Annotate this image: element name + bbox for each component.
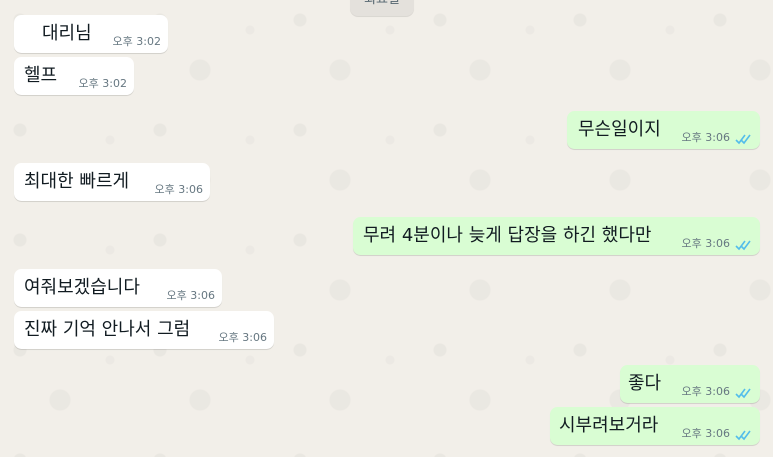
message-bubble-outgoing[interactable]: 좋다 오후 3:06 <box>620 365 760 403</box>
message-time: 오후 3:06 <box>218 331 267 344</box>
message-text: 무려 4분이나 늦게 답장을 하긴 했다만 <box>363 225 652 246</box>
message-time: 오후 3:06 <box>681 131 730 144</box>
double-check-read-icon <box>735 134 751 145</box>
message-bubble-outgoing[interactable]: 무려 4분이나 늦게 답장을 하긴 했다만 오후 3:06 <box>353 217 760 255</box>
message-bubble-outgoing[interactable]: 무슨일이지 오후 3:06 <box>567 111 760 149</box>
message-text: 최대한 빠르게 <box>24 171 130 192</box>
message-time: 오후 3:06 <box>154 183 203 196</box>
message-text: 좋다 <box>628 373 662 394</box>
double-check-read-icon <box>735 240 751 251</box>
message-bubble-incoming[interactable]: 진짜 기억 안나서 그럼 오후 3:06 <box>14 311 274 349</box>
message-bubble-incoming[interactable]: 헬프 오후 3:02 <box>14 57 134 95</box>
message-text: 여줘보겠습니다 <box>24 277 140 298</box>
message-bubble-incoming[interactable]: 여줘보겠습니다 오후 3:06 <box>14 269 222 307</box>
message-time: 오후 3:02 <box>112 35 161 48</box>
message-text: 헬프 <box>24 65 58 86</box>
message-time: 오후 3:06 <box>681 427 730 440</box>
date-divider: 회요일 <box>350 0 414 16</box>
message-time: 오후 3:02 <box>78 77 127 90</box>
message-time: 오후 3:06 <box>681 237 730 250</box>
message-text: 시부려보거라 <box>559 415 659 436</box>
message-bubble-incoming[interactable]: 대리님 오후 3:02 <box>14 15 168 53</box>
double-check-read-icon <box>735 388 751 399</box>
message-bubble-outgoing[interactable]: 시부려보거라 오후 3:06 <box>550 407 760 445</box>
message-time: 오후 3:06 <box>166 289 215 302</box>
message-text: 진짜 기억 안나서 그럼 <box>24 319 191 340</box>
message-text: 대리님 <box>42 23 92 44</box>
message-bubble-incoming[interactable]: 최대한 빠르게 오후 3:06 <box>14 163 210 201</box>
message-time: 오후 3:06 <box>681 385 730 398</box>
double-check-read-icon <box>735 430 751 441</box>
message-text: 무슨일이지 <box>578 119 661 140</box>
